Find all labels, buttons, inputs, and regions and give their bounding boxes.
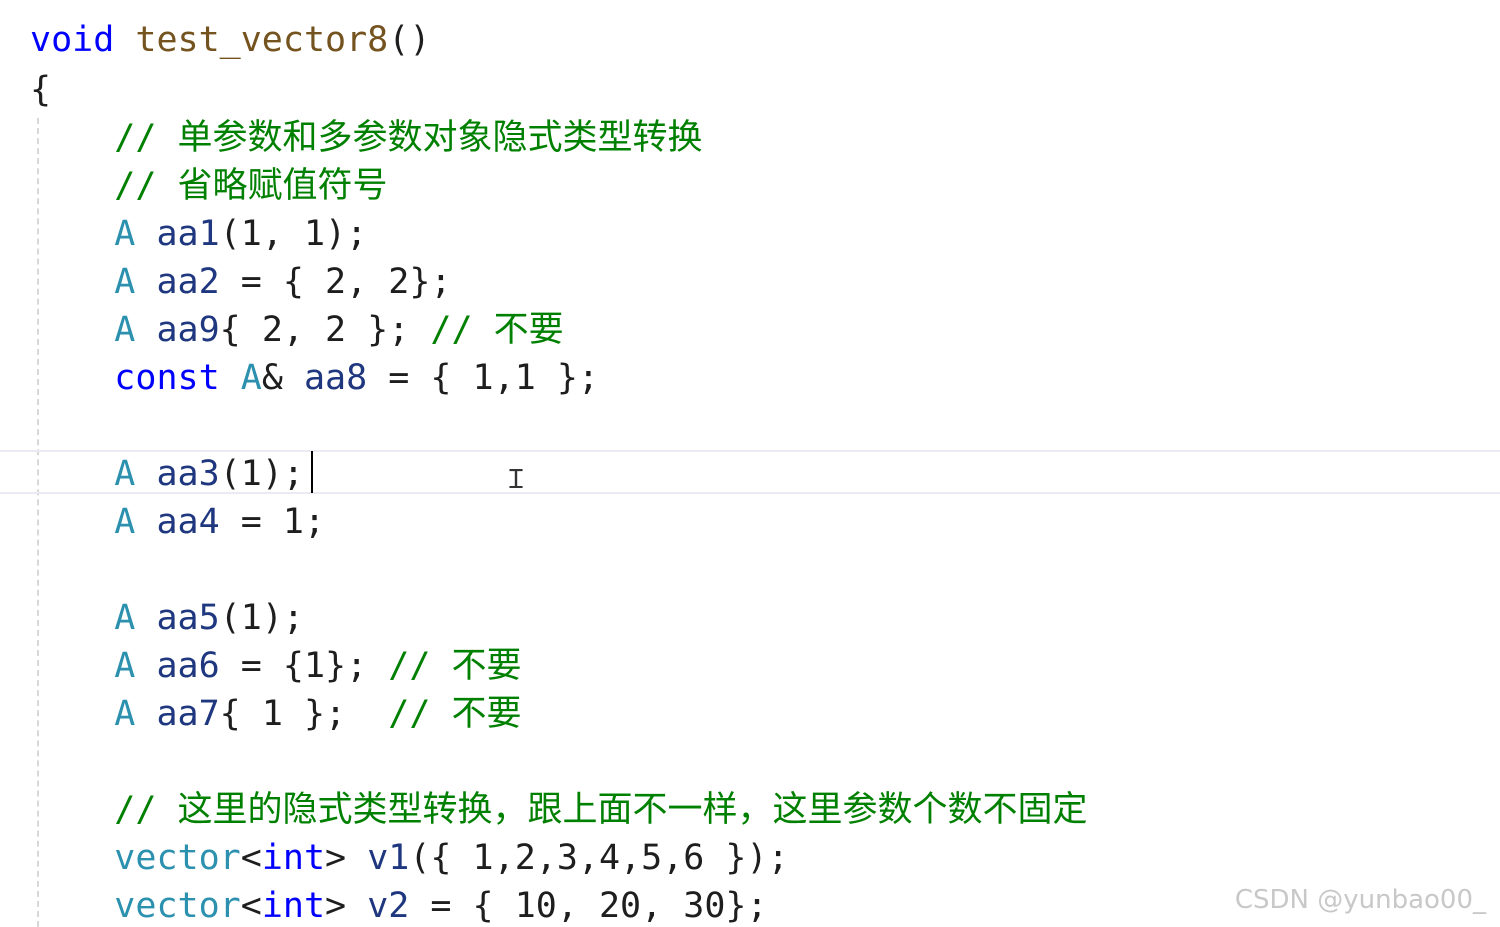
keyword-void: void	[30, 20, 115, 60]
angle-open: <	[240, 886, 262, 926]
code-line-aa6[interactable]: A aa6 = {1}; // 不要	[30, 642, 522, 690]
comment-text: 这里的隐式类型转换，跟上面不一样，这里参数个数不固定	[177, 790, 1088, 830]
code-line-v1[interactable]: vector<int> v1({ 1,2,3,4,5,6 });	[30, 834, 789, 882]
type-a: A	[114, 502, 136, 542]
code-rest: = 1;	[219, 502, 326, 542]
type-a: A	[114, 598, 136, 638]
code-line-comment-1[interactable]: // 单参数和多参数对象隐式类型转换	[30, 114, 703, 162]
keyword-int: int	[261, 886, 326, 926]
code-line-aa3[interactable]: A aa3(1);	[30, 450, 304, 498]
variable-aa7: aa7	[156, 694, 220, 734]
code-editor[interactable]: void test_vector8() { // 单参数和多参数对象隐式类型转换…	[0, 0, 1500, 927]
comment-slashes: //	[114, 118, 157, 158]
variable-aa4: aa4	[156, 502, 220, 542]
open-brace: {	[30, 70, 52, 110]
comment-text: 不要	[451, 694, 522, 734]
code-line-comment-3[interactable]: // 这里的隐式类型转换，跟上面不一样，这里参数个数不固定	[30, 786, 1088, 834]
comment-text: 单参数和多参数对象隐式类型转换	[177, 118, 703, 158]
type-a: A	[114, 646, 136, 686]
variable-v2: v2	[367, 886, 410, 926]
code-line-open-brace[interactable]: {	[30, 66, 51, 114]
code-rest: (1);	[219, 454, 304, 494]
code-line-aa1[interactable]: A aa1(1, 1);	[30, 210, 367, 258]
comment-slashes: //	[114, 790, 157, 830]
type-vector: vector	[114, 838, 241, 878]
code-rest: = { 2, 2};	[219, 262, 452, 302]
ibeam-cursor-icon: Ｉ	[503, 465, 530, 495]
comment-slashes: //	[388, 694, 431, 734]
code-line-v2[interactable]: vector<int> v2 = { 10, 20, 30};	[30, 882, 768, 927]
code-rest: (1, 1);	[219, 214, 368, 254]
text-caret	[311, 451, 313, 493]
type-a: A	[114, 310, 136, 350]
function-parens: ()	[388, 20, 431, 60]
variable-aa3: aa3	[156, 454, 220, 494]
variable-aa8: aa8	[303, 358, 368, 398]
variable-v1: v1	[367, 838, 410, 878]
code-rest: ({ 1,2,3,4,5,6 });	[409, 838, 789, 878]
watermark: CSDN @yunbao00_	[1234, 885, 1486, 915]
comment-slashes: //	[114, 166, 157, 206]
code-line-function-signature[interactable]: void test_vector8()	[30, 16, 430, 64]
comment-slashes: //	[430, 310, 473, 350]
keyword-int: int	[261, 838, 326, 878]
angle-close: >	[325, 886, 347, 926]
comment-slashes: //	[388, 646, 431, 686]
code-rest: = { 1,1 };	[367, 358, 599, 398]
code-rest: { 2, 2 };	[219, 310, 431, 350]
comment-text: 省略赋值符号	[177, 166, 388, 206]
code-line-comment-2[interactable]: // 省略赋值符号	[30, 162, 388, 210]
type-a: A	[114, 262, 136, 302]
type-a: A	[114, 214, 136, 254]
code-line-aa9[interactable]: A aa9{ 2, 2 }; // 不要	[30, 306, 564, 354]
code-rest: = {1};	[219, 646, 389, 686]
code-rest: { 1 };	[219, 694, 389, 734]
variable-aa2: aa2	[156, 262, 220, 302]
code-line-aa7[interactable]: A aa7{ 1 }; // 不要	[30, 690, 522, 738]
type-vector: vector	[114, 886, 241, 926]
variable-aa9: aa9	[156, 310, 220, 350]
type-a: A	[114, 454, 136, 494]
comment-text: 不要	[451, 646, 522, 686]
angle-open: <	[240, 838, 262, 878]
code-line-aa2[interactable]: A aa2 = { 2, 2};	[30, 258, 451, 306]
keyword-const: const	[114, 358, 220, 398]
variable-aa5: aa5	[156, 598, 220, 638]
code-line-aa8[interactable]: const A& aa8 = { 1,1 };	[30, 354, 599, 402]
code-rest: = { 10, 20, 30};	[409, 886, 768, 926]
comment-text: 不要	[493, 310, 564, 350]
ampersand: &	[261, 358, 283, 398]
function-name: test_vector8	[135, 20, 389, 60]
code-line-aa4[interactable]: A aa4 = 1;	[30, 498, 325, 546]
variable-aa1: aa1	[156, 214, 220, 254]
type-a: A	[240, 358, 262, 398]
type-a: A	[114, 694, 136, 734]
code-line-aa5[interactable]: A aa5(1);	[30, 594, 304, 642]
angle-close: >	[325, 838, 347, 878]
variable-aa6: aa6	[156, 646, 220, 686]
code-rest: (1);	[219, 598, 304, 638]
